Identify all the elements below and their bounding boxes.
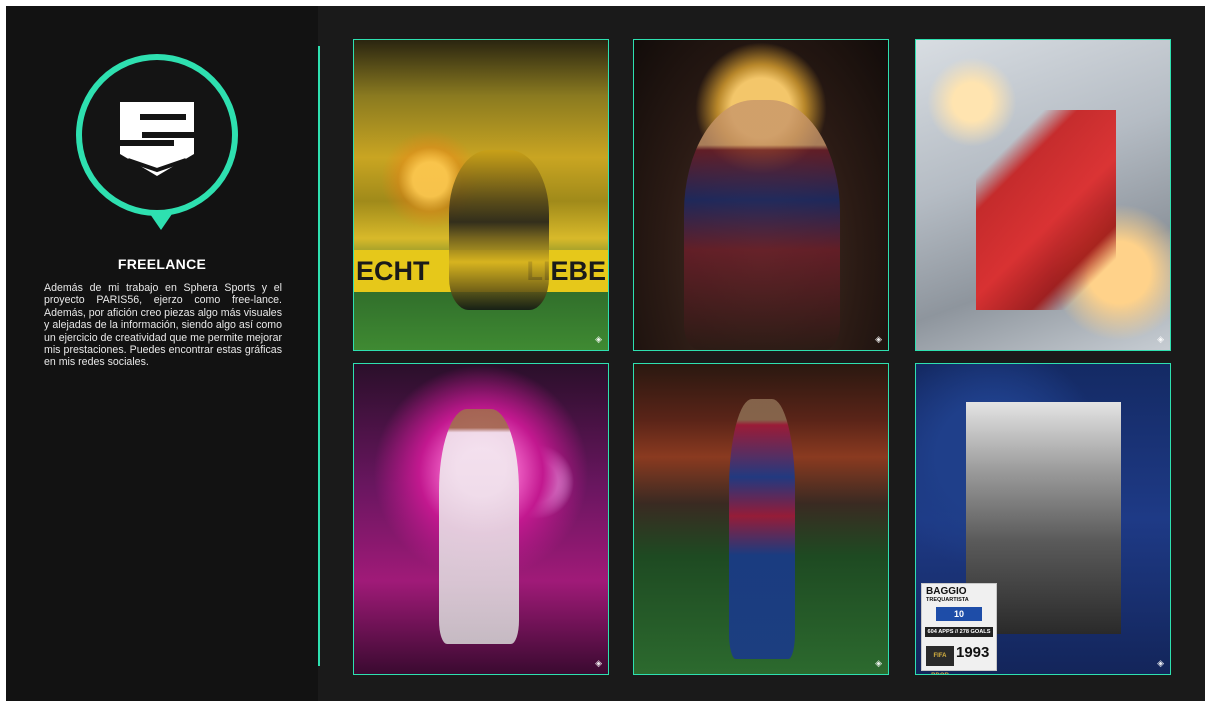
watermark-icon: ◈	[1157, 658, 1164, 668]
logo-badge	[76, 54, 238, 230]
watermark-icon: ◈	[875, 334, 882, 344]
player-figure	[976, 110, 1116, 310]
stat-card-number: 10	[936, 607, 982, 621]
stat-card-year: 1993	[956, 644, 990, 661]
section-description: Además de mi trabajo en Sphera Sports y …	[44, 282, 282, 369]
badge-pointer	[150, 214, 172, 230]
watermark-icon: ◈	[595, 658, 602, 668]
artwork-card-pink[interactable]: ◈	[353, 363, 609, 675]
vertical-divider	[318, 46, 320, 666]
artwork-card-stadium[interactable]: ◈	[633, 363, 889, 675]
left-panel: FREELANCE Además de mi trabajo en Sphera…	[6, 6, 318, 701]
section-title: FREELANCE	[117, 256, 207, 272]
watermark-icon: ◈	[595, 334, 602, 344]
sphera-logo-icon	[120, 102, 194, 176]
watermark-icon: ◈	[1157, 334, 1164, 344]
banner-text-left: ECHT	[356, 256, 430, 286]
stat-card-name: BAGGIO	[926, 586, 967, 597]
player-figure	[439, 409, 519, 644]
stat-card-role: TREQUARTISTA	[926, 597, 969, 603]
stat-card-stats: 604 APPS // 278 GOALS	[925, 627, 993, 637]
portfolio-page: FREELANCE Además de mi trabajo en Sphera…	[6, 6, 1205, 701]
player-figure	[729, 399, 795, 659]
stat-card-badge: FIFA BDOR	[926, 646, 954, 674]
artwork-card-dortmund[interactable]: ECHT LIEBE ◈	[353, 39, 609, 351]
watermark-icon: ◈	[875, 658, 882, 668]
player-figure	[684, 100, 840, 350]
artwork-card-baggio[interactable]: BAGGIO TREQUARTISTA 10 604 APPS // 278 G…	[915, 363, 1171, 675]
player-figure	[449, 150, 549, 310]
artwork-card-flying[interactable]: ◈	[915, 39, 1171, 351]
artwork-gallery: ECHT LIEBE ◈ ◈ ◈ ◈ ◈ BAGGIO TREQUARTISTA…	[353, 39, 1175, 679]
stat-card: BAGGIO TREQUARTISTA 10 604 APPS // 278 G…	[921, 583, 997, 674]
artwork-card-halo[interactable]: ◈	[633, 39, 889, 351]
